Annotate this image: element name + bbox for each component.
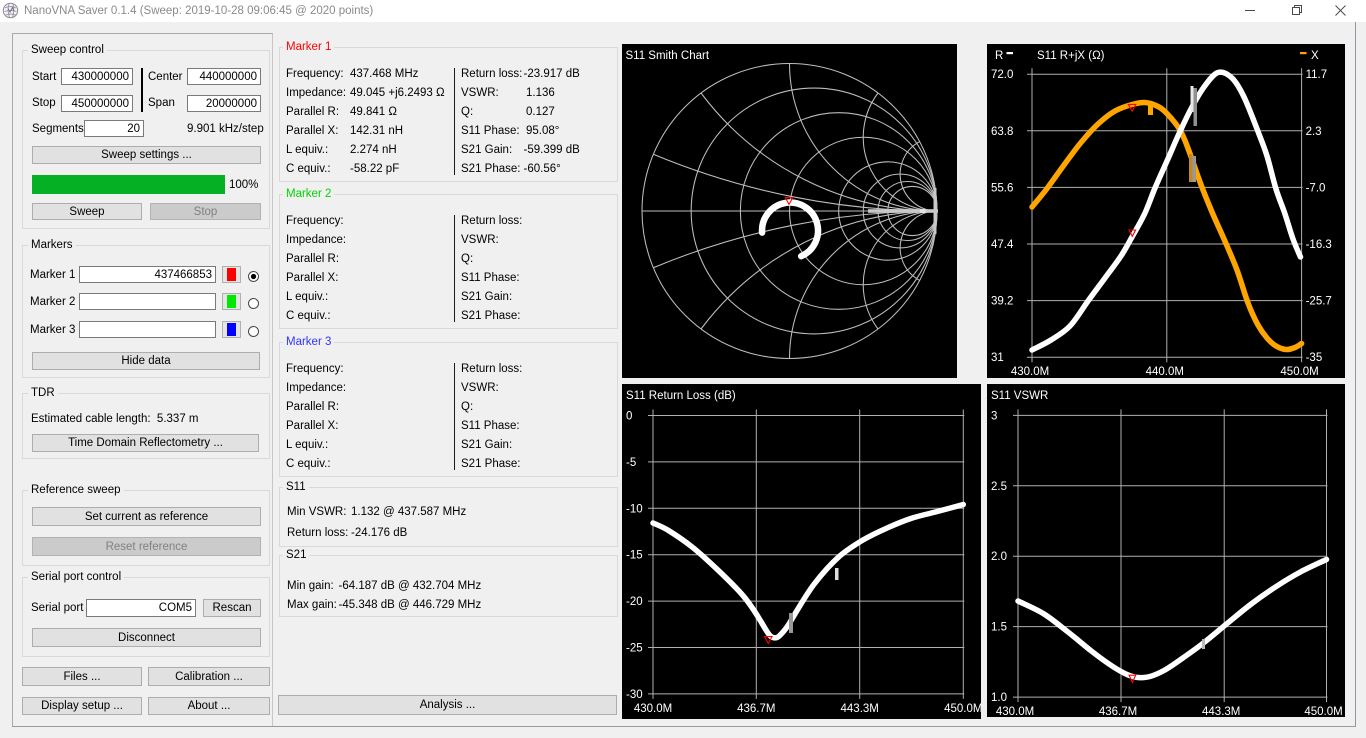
svg-text:X: X: [1311, 50, 1319, 62]
svg-text:443.3M: 443.3M: [1202, 706, 1240, 717]
svg-text:-35: -35: [1306, 352, 1323, 364]
svg-text:450.0M: 450.0M: [944, 703, 981, 715]
svg-text:S11 VSWR: S11 VSWR: [991, 390, 1048, 402]
svg-text:55.6: 55.6: [991, 182, 1013, 194]
svg-text:-5: -5: [626, 457, 636, 469]
svg-text:-25.7: -25.7: [1306, 296, 1332, 308]
svg-text:0: 0: [626, 411, 632, 423]
svg-text:450.0M: 450.0M: [1304, 706, 1342, 717]
svg-text:436.7M: 436.7M: [1099, 706, 1137, 717]
svg-text:450.0M: 450.0M: [1280, 366, 1318, 378]
svg-text:440.0M: 440.0M: [1146, 366, 1184, 378]
svg-text:R: R: [995, 50, 1003, 62]
svg-text:-7.0: -7.0: [1306, 182, 1326, 194]
svg-text:39.2: 39.2: [991, 296, 1013, 308]
svg-text:11.7: 11.7: [1306, 69, 1328, 81]
svg-text:430.0M: 430.0M: [1011, 366, 1049, 378]
svg-text:-30: -30: [626, 689, 643, 701]
svg-text:2.5: 2.5: [991, 481, 1007, 493]
svg-text:-15: -15: [626, 550, 643, 562]
svg-text:-20: -20: [626, 596, 643, 608]
svg-text:430.0M: 430.0M: [634, 703, 672, 715]
svg-text:47.4: 47.4: [991, 239, 1014, 251]
svg-text:63.8: 63.8: [991, 126, 1013, 138]
svg-text:443.3M: 443.3M: [841, 703, 879, 715]
svg-text:-10: -10: [626, 503, 643, 515]
svg-text:2.3: 2.3: [1306, 126, 1322, 138]
svg-text:1.5: 1.5: [991, 622, 1007, 634]
svg-text:-25: -25: [626, 643, 643, 655]
svg-text:430.0M: 430.0M: [996, 706, 1034, 717]
svg-text:1.0: 1.0: [991, 692, 1007, 704]
svg-text:31: 31: [991, 352, 1004, 364]
svg-text:S11 Smith Chart: S11 Smith Chart: [626, 50, 710, 62]
svg-text:S11 R+jX (Ω): S11 R+jX (Ω): [1037, 50, 1105, 62]
svg-text:72.0: 72.0: [991, 69, 1013, 81]
svg-text:-16.3: -16.3: [1306, 239, 1332, 251]
svg-text:3: 3: [991, 410, 997, 422]
svg-text:2.0: 2.0: [991, 551, 1007, 563]
svg-text:S11 Return Loss (dB): S11 Return Loss (dB): [626, 390, 736, 402]
svg-text:436.7M: 436.7M: [737, 703, 775, 715]
